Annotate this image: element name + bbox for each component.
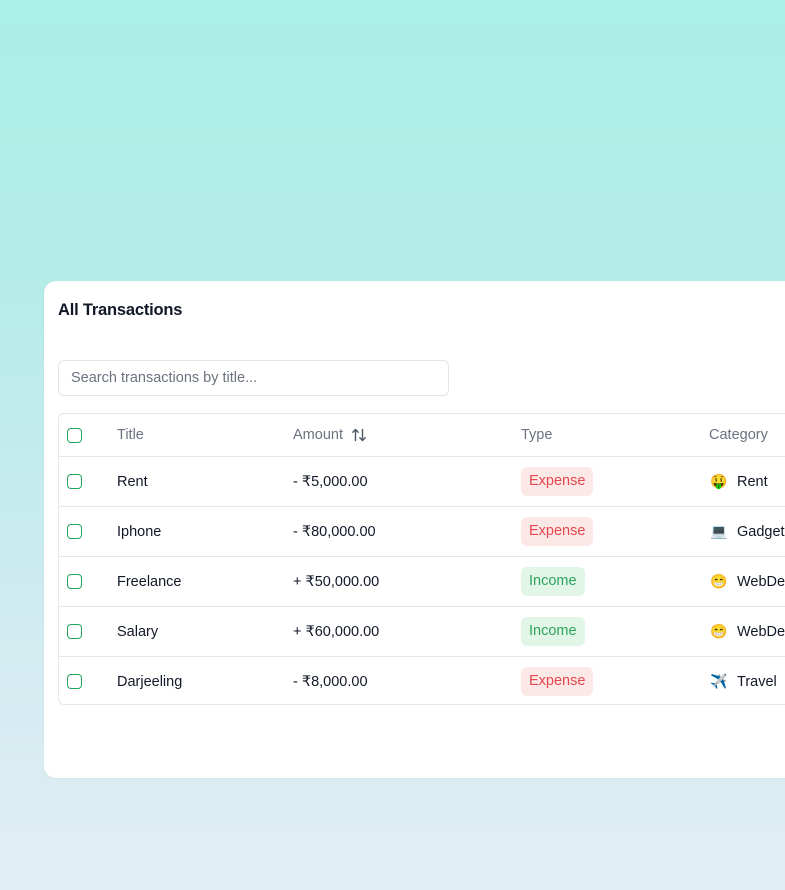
row-checkbox-cell [67, 607, 82, 656]
type-badge-expense: Expense [521, 517, 594, 546]
row-category: Travel [737, 673, 777, 690]
row-checkbox[interactable] [67, 524, 82, 539]
row-checkbox-cell [67, 457, 82, 506]
row-type-cell: Expense [521, 657, 594, 704]
row-checkbox[interactable] [67, 624, 82, 639]
row-title: Salary [117, 623, 159, 640]
row-title: Iphone [117, 523, 162, 540]
laptop-icon: 💻 [710, 523, 728, 539]
type-badge-expense: Expense [521, 667, 594, 696]
table-row[interactable]: Freelance + ₹50,000.00 Income 😁 WebDev [59, 556, 785, 606]
card-title: All Transactions [58, 301, 183, 319]
table-row[interactable]: Iphone - ₹80,000.00 Expense 💻 Gadgets [59, 506, 785, 556]
row-amount: + ₹50,000.00 [293, 573, 380, 590]
grin-face-icon: 😁 [710, 573, 728, 589]
row-type-cell: Income [521, 607, 585, 656]
row-amount: - ₹80,000.00 [293, 523, 376, 540]
type-badge-income: Income [521, 567, 585, 596]
row-amount: + ₹60,000.00 [293, 623, 380, 640]
header-amount: Amount [293, 427, 343, 443]
table-header-row: Title Amount Type Category [59, 414, 785, 456]
row-amount: - ₹5,000.00 [293, 473, 368, 490]
row-title: Darjeeling [117, 673, 183, 690]
row-checkbox-cell [67, 507, 82, 556]
search-input[interactable] [58, 360, 449, 396]
type-badge-expense: Expense [521, 467, 594, 496]
row-category-cell: 🤑 Rent [709, 457, 768, 506]
row-checkbox-cell [67, 557, 82, 606]
row-category-cell: 😁 WebDev [709, 557, 785, 606]
row-category-cell: 😁 WebDev [709, 607, 785, 656]
row-checkbox-cell [67, 657, 82, 704]
row-category: WebDev [737, 573, 785, 590]
table-row[interactable]: Darjeeling - ₹8,000.00 Expense ✈️ Travel [59, 656, 785, 704]
row-checkbox[interactable] [67, 674, 82, 689]
row-type-cell: Expense [521, 457, 594, 506]
row-title: Freelance [117, 573, 182, 590]
header-category: Category [709, 427, 768, 443]
table-row[interactable]: Rent - ₹5,000.00 Expense 🤑 Rent [59, 456, 785, 506]
row-amount: - ₹8,000.00 [293, 673, 368, 690]
table-row[interactable]: Salary + ₹60,000.00 Income 😁 WebDev [59, 606, 785, 656]
header-checkbox-cell [67, 414, 82, 456]
select-all-checkbox[interactable] [67, 427, 82, 443]
row-title: Rent [117, 473, 148, 490]
transactions-card: All Transactions Title Amount Type Categ… [44, 281, 785, 778]
row-type-cell: Income [521, 557, 585, 606]
header-title: Title [117, 427, 144, 443]
header-amount-cell: Amount [293, 414, 367, 456]
row-checkbox[interactable] [67, 574, 82, 589]
money-face-icon: 🤑 [710, 473, 728, 489]
row-category-cell: 💻 Gadgets [709, 507, 785, 556]
row-type-cell: Expense [521, 507, 594, 556]
grin-face-icon: 😁 [710, 623, 728, 639]
row-checkbox[interactable] [67, 474, 82, 489]
airplane-icon: ✈️ [710, 673, 728, 689]
sort-icon[interactable] [351, 428, 367, 442]
row-category-cell: ✈️ Travel [709, 657, 777, 704]
type-badge-income: Income [521, 617, 585, 646]
row-category: Gadgets [737, 523, 785, 540]
transactions-table: Title Amount Type Category Rent - ₹5,000… [58, 413, 785, 705]
row-category: Rent [737, 473, 768, 490]
row-category: WebDev [737, 623, 785, 640]
header-type: Type [521, 427, 553, 443]
